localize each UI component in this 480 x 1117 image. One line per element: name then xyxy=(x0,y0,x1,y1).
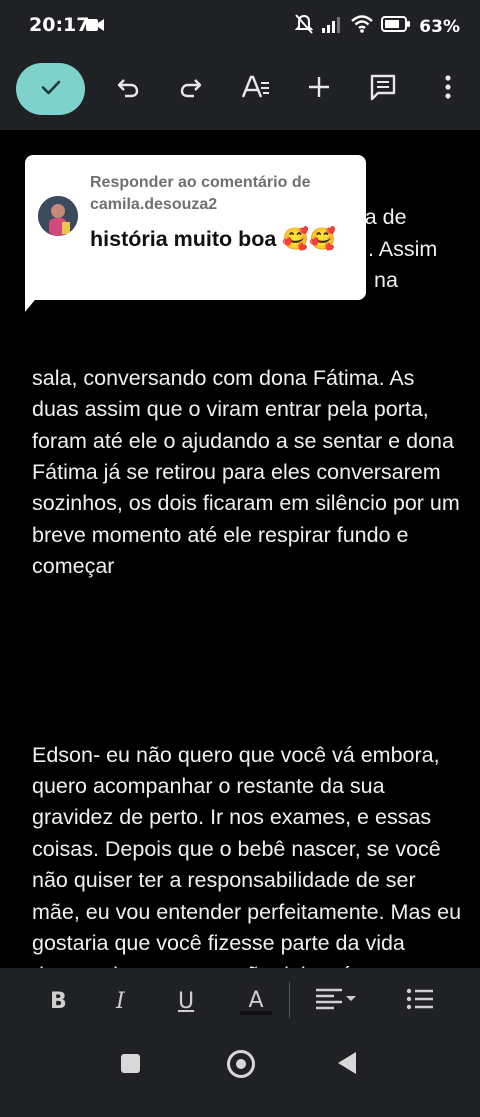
partial-line-3: na xyxy=(374,268,398,292)
italic-button[interactable]: I xyxy=(116,986,125,1016)
status-icons: 63% xyxy=(294,14,460,39)
redo-button[interactable] xyxy=(169,67,213,111)
wifi-icon xyxy=(351,15,374,38)
italic-label: I xyxy=(116,988,125,1014)
comment-icon xyxy=(369,73,397,106)
align-button[interactable] xyxy=(314,986,360,1016)
text-format-icon xyxy=(241,74,271,105)
comment-button[interactable] xyxy=(361,67,405,111)
text-color-swatch xyxy=(240,1010,272,1015)
underline-button[interactable]: U xyxy=(178,986,194,1016)
paragraph-1: sala, conversando com dona Fátima. As du… xyxy=(32,365,460,579)
text-color-button[interactable]: A xyxy=(240,986,272,1016)
add-icon xyxy=(307,75,331,104)
undo-button[interactable] xyxy=(106,67,150,111)
comment-card[interactable]: Responder ao comentário de camila.desouz… xyxy=(25,155,366,300)
comment-tail xyxy=(25,290,43,312)
partial-line-2: . Assim xyxy=(368,237,438,261)
underline-label: U xyxy=(178,988,195,1014)
more-options-button[interactable] xyxy=(426,67,470,111)
toolbar-divider xyxy=(289,982,290,1018)
list-icon xyxy=(406,987,434,1016)
recents-icon[interactable] xyxy=(121,1054,140,1073)
done-button[interactable] xyxy=(16,63,85,115)
home-icon-dot xyxy=(236,1059,246,1069)
comment-reply-header: Responder ao comentário de camila.desouz… xyxy=(90,174,311,213)
format-bar: B I U A xyxy=(0,968,480,1032)
check-icon xyxy=(39,75,63,104)
navigation-bar xyxy=(0,1032,480,1094)
undo-icon xyxy=(115,74,141,105)
comment-text: história muito boa 🥰🥰 xyxy=(90,227,336,251)
text-format-button[interactable] xyxy=(234,67,278,111)
status-time: 20:17 xyxy=(29,14,90,36)
camera-icon xyxy=(86,18,104,37)
redo-icon xyxy=(178,74,204,105)
list-button[interactable] xyxy=(406,986,434,1016)
signal-icon xyxy=(321,15,343,38)
mute-icon xyxy=(294,14,314,39)
bold-label: B xyxy=(50,988,67,1014)
home-icon[interactable] xyxy=(227,1050,255,1078)
bold-button[interactable]: B xyxy=(50,986,67,1016)
back-icon[interactable] xyxy=(338,1052,356,1074)
avatar xyxy=(38,196,78,236)
insert-button[interactable] xyxy=(297,67,341,111)
text-color-label: A xyxy=(248,987,264,1013)
battery-percent: 63% xyxy=(419,16,460,37)
status-bar: 20:17 63% xyxy=(0,0,480,52)
battery-icon xyxy=(381,16,411,37)
align-icon xyxy=(314,986,360,1017)
more-vert-icon xyxy=(444,74,452,104)
